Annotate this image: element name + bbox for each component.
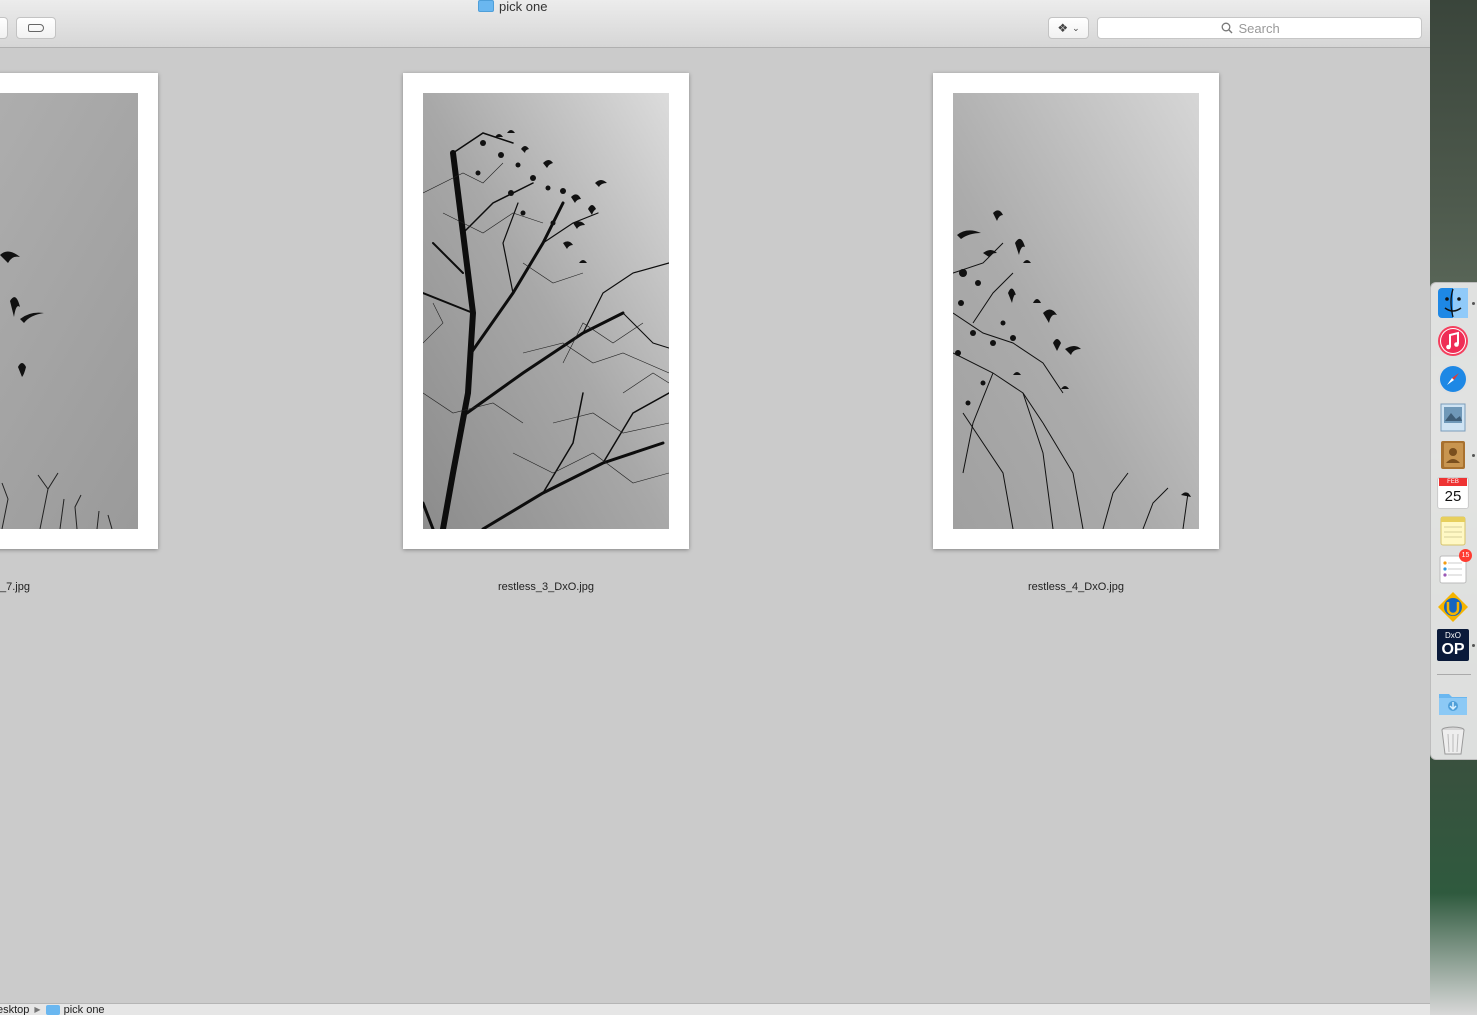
notes-icon[interactable] xyxy=(1437,515,1469,547)
running-indicator xyxy=(1472,644,1475,647)
dock-separator xyxy=(1437,674,1471,675)
photo-preview xyxy=(0,93,138,529)
calendar-month: FEB xyxy=(1439,478,1467,486)
image-thumbnail[interactable] xyxy=(933,73,1219,549)
calendar-icon[interactable]: FEB 25 xyxy=(1437,477,1469,509)
safari-icon[interactable] xyxy=(1437,363,1469,395)
search-input[interactable] xyxy=(1238,20,1299,36)
dxo-label-top: DxO xyxy=(1445,631,1461,640)
file-name[interactable]: _7.jpg xyxy=(0,581,30,593)
folder-icon xyxy=(45,1004,60,1015)
calendar-day: 25 xyxy=(1439,486,1467,508)
photo-preview xyxy=(423,93,669,529)
image-thumbnail[interactable] xyxy=(403,73,689,549)
dropbox-menu-button[interactable]: ❖ ⌄ xyxy=(1048,17,1089,39)
running-indicator xyxy=(1472,302,1475,305)
itunes-icon[interactable] xyxy=(1437,325,1469,357)
search-field[interactable] xyxy=(1097,17,1422,39)
contacts-icon[interactable] xyxy=(1437,439,1469,471)
finder-window: pick one ❖ ⌄ Search _7.jpg restless_3_Dx… xyxy=(0,0,1430,1015)
toolbar: pick one ❖ ⌄ xyxy=(0,0,1430,48)
toolbar-button-partial[interactable] xyxy=(0,17,8,39)
dxo-opticspro-icon[interactable]: DxO OP xyxy=(1437,629,1469,661)
finder-icon[interactable] xyxy=(1437,287,1469,319)
tag-icon xyxy=(28,24,44,32)
image-thumbnail[interactable] xyxy=(0,73,158,549)
path-bar: esktop ▶ pick one xyxy=(0,1003,1430,1015)
photo-preview xyxy=(953,93,1199,529)
window-title-label: pick one xyxy=(499,0,548,14)
folder-icon xyxy=(478,0,494,12)
chevron-down-icon: ⌄ xyxy=(1072,22,1080,33)
edit-tags-button[interactable] xyxy=(16,17,56,39)
running-indicator xyxy=(1472,454,1475,457)
window-title: pick one xyxy=(478,0,547,14)
screen: pick one ❖ ⌄ Search _7.jpg restless_3_Dx… xyxy=(0,0,1477,1015)
path-separator-icon: ▶ xyxy=(34,1005,41,1014)
trash-icon[interactable] xyxy=(1437,724,1469,756)
dock: FEB 25 15 DxO OP xyxy=(1430,282,1477,760)
path-segment-desktop[interactable]: esktop xyxy=(0,1004,29,1015)
ulysses-icon[interactable] xyxy=(1437,591,1469,623)
dropbox-icon: ❖ xyxy=(1057,21,1069,35)
reminders-icon[interactable]: 15 xyxy=(1437,549,1472,585)
search-icon xyxy=(1221,22,1233,34)
file-name[interactable]: restless_3_DxO.jpg xyxy=(403,581,689,593)
dxo-label-bottom: OP xyxy=(1441,641,1465,658)
preview-icon[interactable] xyxy=(1437,401,1469,433)
downloads-folder-icon[interactable] xyxy=(1437,686,1469,718)
notification-badge: 15 xyxy=(1459,549,1472,562)
file-name[interactable]: restless_4_DxO.jpg xyxy=(933,581,1219,593)
path-segment-pick-one[interactable]: pick one xyxy=(64,1004,105,1015)
